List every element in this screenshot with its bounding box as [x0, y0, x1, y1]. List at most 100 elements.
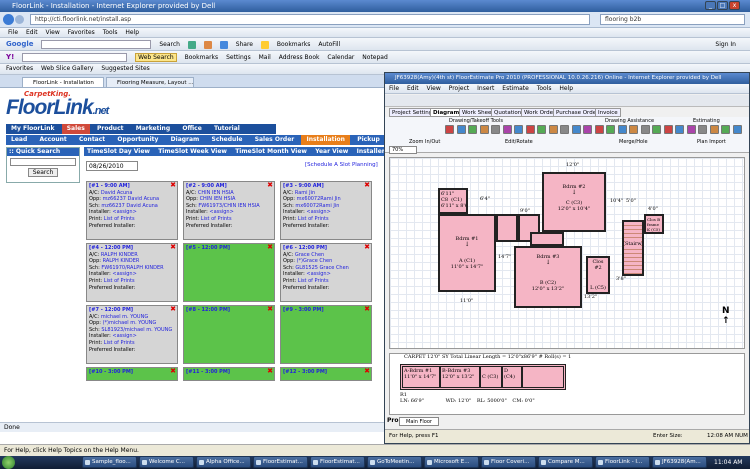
timeslot-cell[interactable]: [#3 - 9:00 AM] ✖ A/C: Rami Jin Opp: mx60072… — [280, 181, 372, 240]
ribbon-tool-icon[interactable] — [594, 125, 604, 134]
slot-opp-value[interactable]: CHIN IEN HSIA — [200, 196, 236, 202]
fe-bottom-tab-main-floor[interactable]: Main Floor — [399, 417, 439, 426]
taskbar-item[interactable]: Compare M... — [538, 456, 593, 468]
back-button[interactable] — [3, 14, 14, 25]
ribbon-tool-icon[interactable] — [640, 125, 650, 134]
delete-slot-icon[interactable]: ✖ — [267, 244, 273, 251]
maximize-button[interactable]: □ — [717, 1, 728, 10]
subnav-diagram[interactable]: Diagram — [166, 135, 205, 145]
view-installer[interactable]: Installer — [354, 147, 385, 156]
menu-edit[interactable]: Edit — [26, 29, 38, 36]
taskbar-item[interactable]: Alpha Office... — [196, 456, 251, 468]
slot-ac-value[interactable]: RALPH KINDER — [101, 252, 138, 258]
subnav-sales-order[interactable]: Sales Order — [250, 135, 300, 145]
yahoo-search-input[interactable] — [22, 53, 128, 62]
zoom-select[interactable]: 70% — [389, 146, 417, 154]
delete-slot-icon[interactable]: ✖ — [267, 182, 273, 189]
yahoo-settings[interactable]: Settings — [226, 54, 251, 61]
subnav-account[interactable]: Account — [34, 135, 71, 145]
google-search-button[interactable]: Search — [159, 41, 180, 48]
room-stairway[interactable]: Stairway1 — [622, 220, 644, 276]
yahoo-bookmarks[interactable]: Bookmarks — [185, 54, 219, 61]
ribbon-tool-icon[interactable] — [698, 125, 707, 134]
date-input[interactable]: 08/26/2010 — [86, 161, 138, 171]
delete-slot-icon[interactable]: ✖ — [364, 306, 370, 313]
fe-menu-file[interactable]: File — [389, 85, 399, 92]
delete-slot-icon[interactable]: ✖ — [364, 368, 370, 375]
ribbon-tool-icon[interactable] — [652, 125, 661, 134]
google-search-input[interactable] — [41, 40, 152, 49]
slot-sch-value[interactable]: FW61970/RALPH KINDER — [101, 265, 163, 271]
timeslot-cell[interactable]: [#7 - 12:00 PM] ✖ A/C: michael m. YOUNG Opp… — [86, 305, 178, 364]
tab-flooring-measure[interactable]: Flooring Measure, Layout ... — [106, 77, 194, 88]
fe-menu-edit[interactable]: Edit — [407, 85, 419, 92]
view-month[interactable]: TimeSlot Month View — [232, 147, 310, 156]
subnav-lead[interactable]: Lead — [6, 135, 32, 145]
tab-floorlink[interactable]: FloorLink - Installation — [22, 77, 104, 88]
room-bdrm-3[interactable]: Bdrm #3 ↓ B (C2) 12'0" x 13'2" — [514, 246, 582, 308]
strip-piece-a[interactable]: A-Bdrm #1 11'0" x 14'7" — [402, 366, 440, 388]
subnav-contact[interactable]: Contact — [74, 135, 110, 145]
taskbar-item[interactable]: JF63928(Am... — [652, 456, 707, 468]
slot-opp-value[interactable]: mx60072Rami Jin — [297, 196, 341, 202]
view-week[interactable]: TimeSlot Week View — [155, 147, 230, 156]
suggested-sites[interactable]: Suggested Sites — [101, 65, 149, 72]
slot-print-link[interactable]: List of Prints — [201, 216, 232, 222]
nav-marketing[interactable]: Marketing — [131, 124, 175, 134]
timeslot-cell[interactable]: [#1 - 9:00 AM] ✖ A/C: David Acuna Opp: mz66… — [86, 181, 178, 240]
taskbar-item[interactable]: GoToMeetin... — [367, 456, 422, 468]
strip-piece-d[interactable]: D (C4) — [502, 366, 522, 388]
slot-print-link[interactable]: List of Prints — [104, 278, 135, 284]
slot-assign-link[interactable]: <assign> — [306, 209, 330, 215]
strip-piece-b[interactable]: B-Bdrm #3 12'0" x 13'2" — [440, 366, 480, 388]
nav-product[interactable]: Product — [92, 124, 128, 134]
delete-slot-icon[interactable]: ✖ — [364, 244, 370, 251]
ribbon-tool-icon[interactable] — [686, 125, 696, 134]
subnav-schedule[interactable]: Schedule — [207, 135, 248, 145]
slot-ac-value[interactable]: michael m. YOUNG — [101, 314, 148, 320]
quick-search-input[interactable] — [10, 158, 76, 166]
timeslot-cell[interactable]: [#9 - 3:00 PM] ✖ — [280, 305, 372, 364]
fe-tab-invoice[interactable]: Invoice — [595, 108, 621, 117]
timeslot-cell[interactable]: [#5 - 12:00 PM] ✖ — [183, 243, 275, 302]
fe-menu-help[interactable]: Help — [559, 85, 573, 92]
ribbon-tool-icon[interactable] — [468, 125, 477, 134]
minimize-button[interactable]: _ — [705, 1, 716, 10]
slot-opp-value[interactable]: (*)michael m. YOUNG — [103, 320, 157, 326]
slot-print-link[interactable]: List of Prints — [104, 216, 135, 222]
timeslot-cell[interactable]: [#8 - 12:00 PM] ✖ — [183, 305, 275, 364]
timeslot-cell[interactable]: [#4 - 12:00 PM] ✖ A/C: RALPH KINDER Opp: RA… — [86, 243, 178, 302]
slot-sch-value[interactable]: mx60072Rami Jin — [295, 203, 339, 209]
ribbon-tool-icon[interactable] — [583, 125, 592, 134]
timeslot-cell[interactable]: [#2 - 9:00 AM] ✖ A/C: CHIN IEN HSIA Opp: CH… — [183, 181, 275, 240]
timeslot-cell[interactable]: [#12 - 3:00 PM] ✖ — [280, 367, 372, 381]
view-year[interactable]: Year View — [312, 147, 351, 156]
taskbar-item[interactable]: FloorEstimat... — [310, 456, 365, 468]
ribbon-tool-icon[interactable] — [514, 125, 523, 134]
slot-sch-value[interactable]: SL81923/michael m. YOUNG — [101, 327, 172, 333]
sign-in-link[interactable]: Sign In — [715, 39, 736, 50]
taskbar-clock[interactable]: 11:04 AM — [714, 456, 742, 469]
menu-favorites[interactable]: Favorites — [68, 29, 95, 36]
autofill-button[interactable]: AutoFill — [318, 41, 340, 48]
slot-print-link[interactable]: List of Prints — [104, 340, 135, 346]
ribbon-tool-icon[interactable] — [537, 125, 546, 134]
ribbon-tool-icon[interactable] — [548, 125, 558, 134]
ribbon-tool-icon[interactable] — [456, 125, 466, 134]
slot-ac-value[interactable]: Grace Chen — [295, 252, 324, 258]
ribbon-tool-icon[interactable] — [617, 125, 627, 134]
subnav-pickup[interactable]: Pickup — [352, 135, 385, 145]
ribbon-tool-icon[interactable] — [502, 125, 512, 134]
yahoo-address-book[interactable]: Address Book — [279, 54, 320, 61]
start-orb-icon[interactable] — [2, 456, 15, 469]
fe-tab-diagram[interactable]: Diagram — [430, 108, 463, 117]
ribbon-tool-icon[interactable] — [525, 125, 535, 134]
taskbar-item[interactable]: FloorLink - I... — [595, 456, 650, 468]
nav-my-floorlink[interactable]: My FloorLink — [6, 124, 59, 134]
ribbon-tool-icon[interactable] — [560, 125, 569, 134]
ribbon-tool-icon[interactable] — [571, 125, 581, 134]
menu-tools[interactable]: Tools — [103, 29, 118, 36]
room-bdrm-2[interactable]: Bdrm #2 ↓ C (C3) 12'0" x 10'4" — [542, 172, 606, 232]
delete-slot-icon[interactable]: ✖ — [170, 368, 176, 375]
slot-assign-link[interactable]: <assign> — [306, 271, 330, 277]
